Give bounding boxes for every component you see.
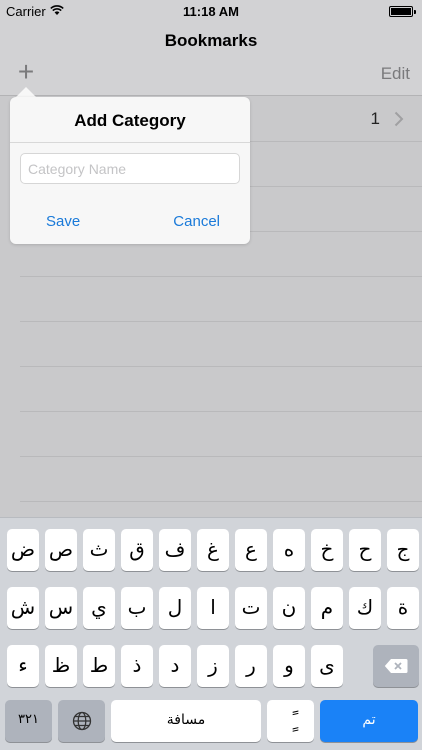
key[interactable]: ك xyxy=(349,587,381,629)
globe-key[interactable] xyxy=(58,700,105,742)
delete-backspace-icon xyxy=(384,659,408,673)
key[interactable]: ر xyxy=(235,645,267,687)
key[interactable]: ه xyxy=(273,529,305,571)
key[interactable]: ق xyxy=(121,529,153,571)
delete-button[interactable] xyxy=(373,645,419,687)
page-title: Bookmarks xyxy=(164,31,258,50)
tanween-key[interactable]: ًٍ xyxy=(267,700,314,742)
key[interactable]: غ xyxy=(197,529,229,571)
space-key[interactable]: مسافة xyxy=(111,700,261,742)
category-name-input[interactable] xyxy=(20,153,240,184)
list-item xyxy=(0,412,422,457)
row-separator xyxy=(20,501,422,502)
key[interactable]: ع xyxy=(235,529,267,571)
key[interactable]: ة xyxy=(387,587,419,629)
popover-header: Add Category xyxy=(10,97,250,143)
item-count: 1 xyxy=(370,109,380,128)
navigation-bar: Bookmarks + Edit xyxy=(0,22,422,96)
key[interactable]: ت xyxy=(235,587,267,629)
done-key[interactable]: تم xyxy=(320,700,418,742)
globe-icon xyxy=(72,711,91,731)
key[interactable]: خ xyxy=(311,529,343,571)
chevron-right-icon xyxy=(394,111,404,127)
add-category-popover: Add Category Save Cancel xyxy=(10,97,250,244)
key[interactable]: و xyxy=(273,645,305,687)
key[interactable]: ف xyxy=(159,529,191,571)
key[interactable]: ل xyxy=(159,587,191,629)
add-category-button[interactable]: + xyxy=(12,58,40,88)
status-time: 11:18 AM xyxy=(183,4,239,19)
key[interactable]: ظ xyxy=(45,645,77,687)
key[interactable]: ن xyxy=(273,587,305,629)
edit-button[interactable]: Edit xyxy=(381,64,410,84)
list-item xyxy=(0,277,422,322)
key[interactable]: ز xyxy=(197,645,229,687)
list-item xyxy=(0,322,422,367)
plus-icon: + xyxy=(17,56,35,87)
battery-icon xyxy=(389,6,416,17)
key[interactable]: د xyxy=(159,645,191,687)
cancel-button[interactable]: Cancel xyxy=(173,213,220,230)
status-bar: Carrier 11:18 AM xyxy=(0,0,422,22)
list-item xyxy=(0,367,422,412)
numbers-key[interactable]: ٣٢١ xyxy=(5,700,52,742)
key[interactable]: ث xyxy=(83,529,115,571)
key[interactable]: ض xyxy=(7,529,39,571)
key[interactable]: ش xyxy=(7,587,39,629)
arabic-keyboard: ض ص ث ق ف غ ع ه خ ح ج ش س ي ب ل ا ت ن م … xyxy=(0,517,422,750)
popover-title: Add Category xyxy=(74,111,186,130)
battery-level xyxy=(391,8,411,15)
key[interactable]: ى xyxy=(311,645,343,687)
list-item xyxy=(0,457,422,502)
key[interactable]: ج xyxy=(387,529,419,571)
key[interactable]: ي xyxy=(83,587,115,629)
key[interactable]: ح xyxy=(349,529,381,571)
key[interactable]: ط xyxy=(83,645,115,687)
key[interactable]: ص xyxy=(45,529,77,571)
key[interactable]: س xyxy=(45,587,77,629)
key[interactable]: ء xyxy=(7,645,39,687)
key[interactable]: ا xyxy=(197,587,229,629)
save-button[interactable]: Save xyxy=(46,213,80,230)
key[interactable]: ب xyxy=(121,587,153,629)
key[interactable]: م xyxy=(311,587,343,629)
key[interactable]: ذ xyxy=(121,645,153,687)
